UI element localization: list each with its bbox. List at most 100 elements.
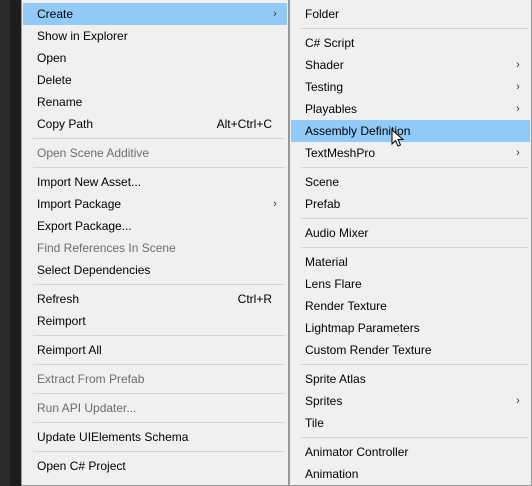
menu-separator xyxy=(33,364,285,365)
context-menu: Create › Show in Explorer Open Delete Rename C… xyxy=(21,0,289,486)
menu-item-label: Refresh xyxy=(37,292,80,306)
menu-separator xyxy=(33,167,285,168)
menu-item-label: Custom Render Texture xyxy=(305,343,432,357)
menu-item-label: Show in Explorer xyxy=(37,29,128,43)
create-menu-item-custom-render-texture[interactable]: Custom Render Texture xyxy=(291,339,530,361)
menu-item-label: Lightmap Parameters xyxy=(305,321,420,335)
menu-item-label: Open C# Project xyxy=(37,459,126,473)
menu-separator xyxy=(33,284,285,285)
context-menu-item-open-scene-additive: Open Scene Additive xyxy=(23,142,287,164)
menu-item-label: TextMeshPro xyxy=(305,146,376,160)
menu-separator xyxy=(301,247,528,248)
chevron-right-icon: › xyxy=(273,198,277,210)
create-menu-item-tile[interactable]: Tile xyxy=(291,412,530,434)
menu-item-label: Material xyxy=(305,255,348,269)
menu-item-label: Reimport xyxy=(37,314,86,328)
create-menu-item-audio-mixer[interactable]: Audio Mixer xyxy=(291,222,530,244)
menu-item-label: Playables xyxy=(305,102,358,116)
menu-item-label: Find References In Scene xyxy=(37,241,176,255)
menu-item-label: C# Script xyxy=(305,36,355,50)
create-menu-item-sprite-atlas[interactable]: Sprite Atlas xyxy=(291,368,530,390)
menu-item-label: Import Package xyxy=(37,197,122,211)
menu-item-label: Tile xyxy=(305,416,324,430)
create-menu-item-prefab[interactable]: Prefab xyxy=(291,193,530,215)
menu-item-label: Animator Controller xyxy=(305,445,409,459)
menu-separator xyxy=(301,28,528,29)
context-menu-item-delete[interactable]: Delete xyxy=(23,69,287,91)
context-menu-item-open[interactable]: Open xyxy=(23,47,287,69)
menu-item-label: Copy Path xyxy=(37,117,94,131)
context-menu-item-find-references-in-scene: Find References In Scene xyxy=(23,237,287,259)
create-menu-item-lightmap-parameters[interactable]: Lightmap Parameters xyxy=(291,317,530,339)
create-menu-item-shader[interactable]: Shader › xyxy=(291,54,530,76)
context-menu-item-show-in-explorer[interactable]: Show in Explorer xyxy=(23,25,287,47)
menu-item-label: Audio Mixer xyxy=(305,226,369,240)
chevron-right-icon: › xyxy=(516,59,520,71)
context-menu-item-import-package[interactable]: Import Package › xyxy=(23,193,287,215)
context-menu-item-copy-path[interactable]: Copy Path Alt+Ctrl+C xyxy=(23,113,287,135)
create-menu-item-lens-flare[interactable]: Lens Flare xyxy=(291,273,530,295)
context-menu-item-reimport[interactable]: Reimport xyxy=(23,310,287,332)
menu-separator xyxy=(33,451,285,452)
context-menu-item-import-new-asset[interactable]: Import New Asset... xyxy=(23,171,287,193)
menu-item-label: Open Scene Additive xyxy=(37,146,150,160)
create-menu-item-playables[interactable]: Playables › xyxy=(291,98,530,120)
menu-separator xyxy=(33,335,285,336)
context-menu-item-open-c-project[interactable]: Open C# Project xyxy=(23,455,287,477)
menu-item-label: Shader xyxy=(305,58,344,72)
context-menu-item-create[interactable]: Create › xyxy=(23,3,287,25)
create-menu-item-textmeshpro[interactable]: TextMeshPro › xyxy=(291,142,530,164)
menu-item-label: Scene xyxy=(305,175,340,189)
menu-separator xyxy=(301,218,528,219)
menu-separator xyxy=(301,167,528,168)
menu-item-label: Delete xyxy=(37,73,72,87)
context-menu-item-update-uielements-schema[interactable]: Update UIElements Schema xyxy=(23,426,287,448)
create-menu-item-render-texture[interactable]: Render Texture xyxy=(291,295,530,317)
create-menu-item-assembly-definition[interactable]: Assembly Definition xyxy=(291,120,530,142)
chevron-right-icon: › xyxy=(273,8,277,20)
create-submenu: Folder C# Script Shader › Testing › Playables ›… xyxy=(289,0,532,486)
menu-item-label: Export Package... xyxy=(37,219,132,233)
menu-item-label: Testing xyxy=(305,80,344,94)
menu-separator xyxy=(301,437,528,438)
menu-item-label: Extract From Prefab xyxy=(37,372,145,386)
menu-item-label: Run API Updater... xyxy=(37,401,137,415)
menu-item-label: Sprites xyxy=(305,394,343,408)
chevron-right-icon: › xyxy=(516,103,520,115)
menu-item-label: Create xyxy=(37,7,74,21)
chevron-right-icon: › xyxy=(516,395,520,407)
menu-item-label: Animation xyxy=(305,467,359,481)
create-menu-item-c-script[interactable]: C# Script xyxy=(291,32,530,54)
create-menu-item-animator-controller[interactable]: Animator Controller xyxy=(291,441,530,463)
menu-separator xyxy=(33,138,285,139)
menu-item-label: Import New Asset... xyxy=(37,175,142,189)
menu-item-label: Reimport All xyxy=(37,343,102,357)
context-menu-item-refresh[interactable]: Refresh Ctrl+R xyxy=(23,288,287,310)
menu-item-label: Rename xyxy=(37,95,83,109)
menu-item-shortcut: Alt+Ctrl+C xyxy=(216,117,272,131)
menu-item-label: Lens Flare xyxy=(305,277,362,291)
create-menu-item-sprites[interactable]: Sprites › xyxy=(291,390,530,412)
menu-item-label: Select Dependencies xyxy=(37,263,151,277)
background-panel xyxy=(0,0,10,486)
menu-item-label: Open xyxy=(37,51,67,65)
menu-item-label: Update UIElements Schema xyxy=(37,430,189,444)
menu-item-shortcut: Ctrl+R xyxy=(237,292,272,306)
chevron-right-icon: › xyxy=(516,147,520,159)
context-menu-item-export-package[interactable]: Export Package... xyxy=(23,215,287,237)
create-menu-item-animation[interactable]: Animation xyxy=(291,463,530,485)
create-menu-item-testing[interactable]: Testing › xyxy=(291,76,530,98)
create-menu-item-scene[interactable]: Scene xyxy=(291,171,530,193)
create-menu-item-folder[interactable]: Folder xyxy=(291,3,530,25)
menu-item-label: Folder xyxy=(305,7,340,21)
context-menu-item-reimport-all[interactable]: Reimport All xyxy=(23,339,287,361)
menu-item-label: Prefab xyxy=(305,197,341,211)
context-menu-item-extract-from-prefab: Extract From Prefab xyxy=(23,368,287,390)
context-menu-item-select-dependencies[interactable]: Select Dependencies xyxy=(23,259,287,281)
menu-separator xyxy=(301,364,528,365)
menu-separator xyxy=(33,422,285,423)
context-menu-item-run-api-updater: Run API Updater... xyxy=(23,397,287,419)
context-menu-item-rename[interactable]: Rename xyxy=(23,91,287,113)
chevron-right-icon: › xyxy=(516,81,520,93)
create-menu-item-material[interactable]: Material xyxy=(291,251,530,273)
